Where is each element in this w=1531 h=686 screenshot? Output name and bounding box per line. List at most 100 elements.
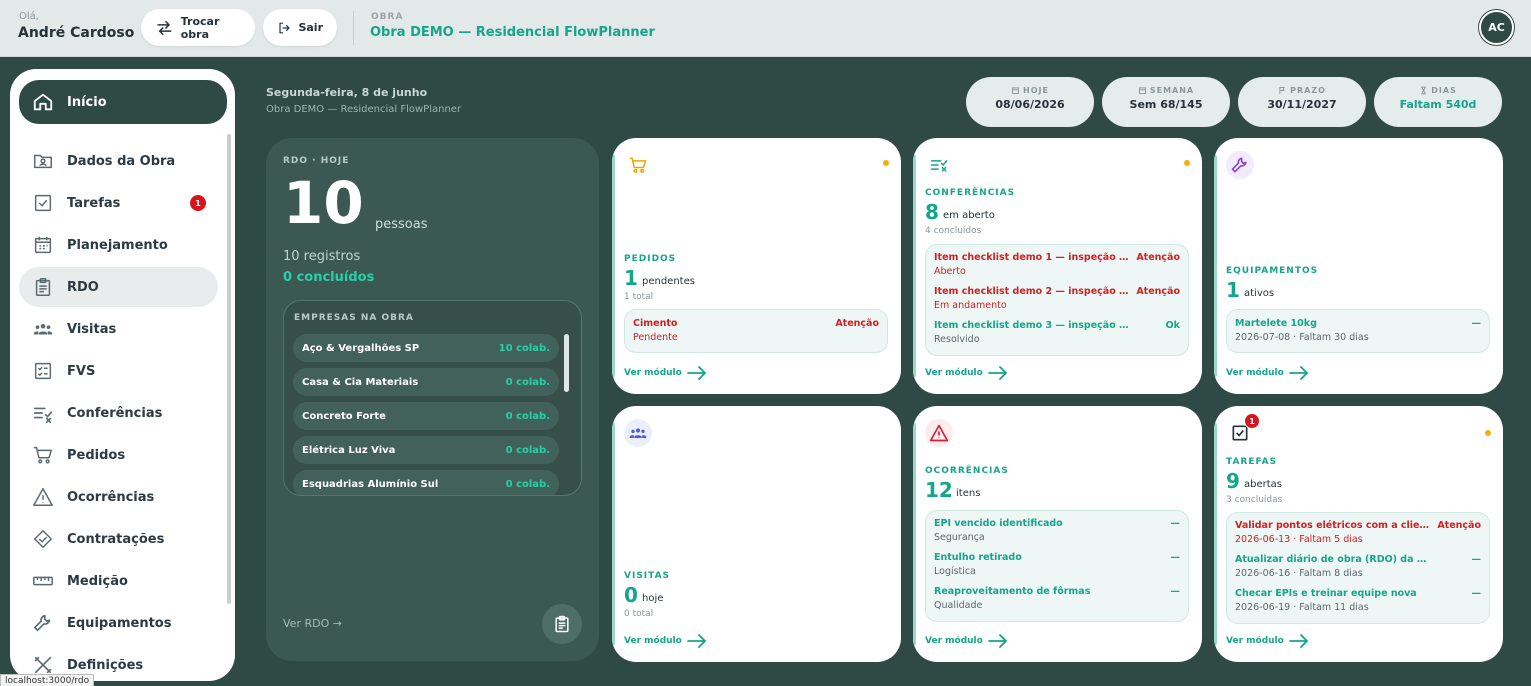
list-item[interactable]: Entulho retirado — Logística — [934, 552, 1180, 577]
obra-subtitle: Obra DEMO — Residencial FlowPlanner — [266, 104, 462, 115]
ver-modulo-link[interactable]: Ver módulo — [1226, 366, 1309, 380]
date-title: Segunda-feira, 8 de junho — [266, 86, 428, 99]
sidebar-item-planejamento[interactable]: Planejamento — [19, 225, 218, 265]
item-status: Atenção — [1136, 286, 1180, 297]
item-title: EPI vencido identificado — [934, 518, 1063, 529]
ver-modulo-link[interactable]: Ver módulo — [925, 634, 1008, 648]
status-dot — [883, 160, 889, 166]
item-sub: 2026-07-08 · Faltam 30 dias — [1235, 332, 1369, 343]
empresa-row[interactable]: Casa & Cia Materiais 0 colab. — [293, 368, 559, 396]
module-label: VISITAS — [624, 571, 671, 581]
list-item[interactable]: Reaproveitamento de fôrmas — Qualidade — [934, 586, 1180, 611]
module-sub: 0 total — [624, 609, 654, 619]
sidebar-item-label: Medição — [67, 573, 128, 589]
empresa-row[interactable]: Elétrica Luz Viva 0 colab. — [293, 436, 559, 464]
pedidos-card: PEDIDOS 1 pendentes 1 total Cimento Atenç… — [612, 138, 901, 394]
list-item[interactable]: Martelete 10kg — 2026-07-08 · Faltam 30 d… — [1235, 318, 1481, 343]
ver-modulo-label: Ver módulo — [1226, 636, 1284, 646]
item-title: Cimento — [633, 318, 678, 329]
list-item[interactable]: Cimento Atenção Pendente — [633, 318, 879, 343]
empresas-panel: EMPRESAS NA OBRA Aço & Vergalhões SP 10 c… — [283, 300, 582, 496]
sidebar-item-fvs[interactable]: FVS — [19, 351, 218, 391]
wrench-icon — [1231, 157, 1247, 173]
sidebar-item-label: RDO — [67, 279, 99, 295]
module-label: TAREFAS — [1226, 457, 1278, 467]
stat-label: SEMANA — [1149, 86, 1195, 95]
list-item[interactable]: Item checklist demo 3 — inspeção de acab… — [934, 320, 1180, 345]
module-count: 9 — [1226, 469, 1240, 493]
empresa-row[interactable]: Concreto Forte 0 colab. — [293, 402, 559, 430]
sidebar-item-inicio[interactable]: Início — [19, 80, 227, 124]
sidebar-item-medicao[interactable]: Medição — [19, 561, 218, 601]
conferencias-card: CONFERÊNCIAS 8 em aberto 4 concluídos It… — [913, 138, 1202, 394]
people-icon — [33, 323, 53, 335]
item-title: Item checklist demo 1 — inspeção de aca.… — [934, 252, 1130, 263]
obra-label: OBRA — [371, 12, 404, 22]
divider — [353, 11, 354, 45]
list-item[interactable]: Checar EPIs e treinar equipe nova — 2026-… — [1235, 588, 1481, 613]
ver-modulo-link[interactable]: Ver módulo — [925, 366, 1008, 380]
swap-arrows-icon — [157, 20, 172, 35]
stat-value: Faltam 540d — [1399, 98, 1477, 111]
ver-rdo-link[interactable]: Ver RDO → — [283, 617, 342, 630]
sidebar-item-equipamentos[interactable]: Equipamentos — [19, 603, 218, 643]
sidebar: Início Dados da Obra Tarefas 1 Planejame… — [10, 69, 235, 681]
ver-modulo-link[interactable]: Ver módulo — [624, 366, 707, 380]
switch-obra-button[interactable]: Trocar obra — [141, 9, 255, 46]
list-item[interactable]: Atualizar diário de obra (RDO) da semana… — [1235, 554, 1481, 579]
sidebar-item-contratacoes[interactable]: Contratações — [19, 519, 218, 559]
module-label: EQUIPAMENTOS — [1226, 266, 1319, 276]
conferencias-list: Item checklist demo 1 — inspeção de aca.… — [925, 244, 1189, 356]
module-unit: itens — [956, 488, 981, 499]
rdo-card: RDO · HOJE 10 pessoas 10 registros 0 con… — [266, 138, 599, 661]
item-title: Martelete 10kg — [1235, 318, 1317, 329]
list-item[interactable]: EPI vencido identificado — Segurança — [934, 518, 1180, 543]
equipamentos-icon-wrap — [1226, 151, 1254, 179]
item-status: Atenção — [835, 318, 879, 329]
tarefas-list: Validar pontos elétricos com a cliente At… — [1226, 512, 1490, 624]
rdo-label: RDO · HOJE — [283, 156, 350, 166]
module-unit: ativos — [1244, 288, 1275, 299]
checkbox-icon — [34, 194, 52, 212]
module-unit: pendentes — [642, 276, 695, 287]
empresa-count: 0 colab. — [505, 478, 550, 490]
sidebar-item-label: Planejamento — [67, 237, 168, 253]
list-item[interactable]: Item checklist demo 1 — inspeção de aca.… — [934, 252, 1180, 277]
clipboard-icon — [555, 615, 569, 633]
rdo-registros: 10 registros — [283, 249, 361, 264]
ver-modulo-label: Ver módulo — [624, 636, 682, 646]
module-count: 12 — [925, 478, 953, 502]
sidebar-item-ocorrencias[interactable]: Ocorrências — [19, 477, 218, 517]
avatar[interactable]: AC — [1479, 10, 1514, 45]
empresa-row[interactable]: Aço & Vergalhões SP 10 colab. — [293, 334, 559, 362]
sidebar-item-pedidos[interactable]: Pedidos — [19, 435, 218, 475]
calendar-icon — [34, 236, 52, 254]
rdo-clipboard-button[interactable] — [542, 604, 582, 644]
ver-modulo-link[interactable]: Ver módulo — [1226, 634, 1309, 648]
empresa-row[interactable]: Esquadrias Alumínio Sul 0 colab. — [293, 470, 559, 495]
item-sub: Em andamento — [934, 300, 1007, 311]
sidebar-item-dados-da-obra[interactable]: Dados da Obra — [19, 141, 218, 181]
item-status: Atenção — [1136, 252, 1180, 263]
empresas-scrollbar[interactable] — [564, 334, 569, 392]
empresa-name: Elétrica Luz Viva — [302, 444, 396, 456]
switch-obra-label: Trocar obra — [180, 14, 220, 41]
warning-icon — [929, 424, 949, 442]
sidebar-item-tarefas[interactable]: Tarefas 1 — [19, 183, 218, 223]
module-count: 8 — [925, 200, 939, 224]
visitas-icon-wrap — [624, 419, 652, 447]
logout-button[interactable]: Sair — [263, 9, 337, 46]
sidebar-scrollbar[interactable] — [227, 134, 231, 604]
list-item[interactable]: Item checklist demo 2 — inspeção de ac..… — [934, 286, 1180, 311]
list-item[interactable]: Validar pontos elétricos com a cliente At… — [1235, 520, 1481, 545]
sidebar-item-conferencias[interactable]: Conferências — [19, 393, 218, 433]
sidebar-item-rdo[interactable]: RDO — [19, 267, 218, 307]
sidebar-item-visitas[interactable]: Visitas — [19, 309, 218, 349]
ver-modulo-label: Ver módulo — [1226, 368, 1284, 378]
cart-icon — [629, 157, 647, 173]
ver-modulo-link[interactable]: Ver módulo — [624, 634, 707, 648]
arrow-right-icon — [1288, 366, 1309, 380]
module-sub: 4 concluídos — [925, 226, 982, 236]
status-dot — [1184, 160, 1190, 166]
top-bar: Olá, André Cardoso Trocar obra Sair OBRA… — [0, 0, 1531, 57]
